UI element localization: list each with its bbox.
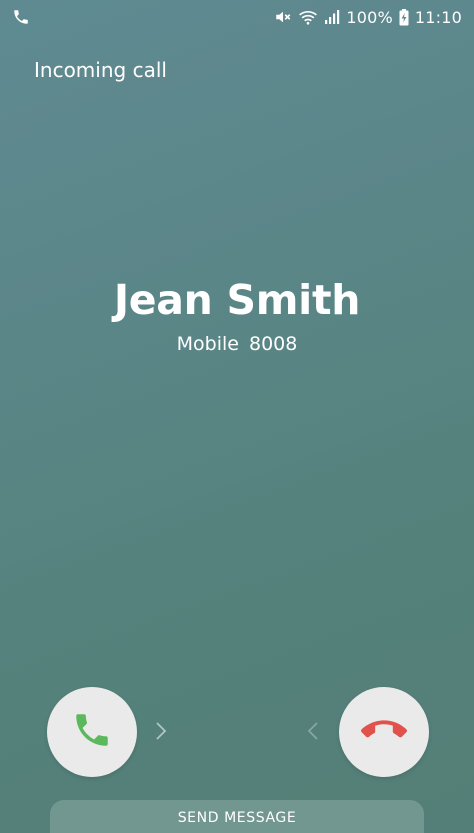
incoming-call-screen: 100% 11:10 Incoming call Jean Smith Mobi… [0, 0, 474, 833]
status-bar: 100% 11:10 [0, 0, 474, 34]
call-icon [12, 8, 30, 26]
chevron-left-icon [307, 721, 319, 741]
battery-charging-icon [399, 8, 409, 26]
answer-call-button[interactable] [47, 687, 137, 777]
battery-percent: 100% [346, 7, 393, 27]
wifi-icon [298, 8, 318, 26]
decline-call-button[interactable] [339, 687, 429, 777]
caller-number: Mobile 8008 [0, 333, 474, 355]
status-time: 11:10 [414, 7, 462, 27]
phone-number: 8008 [248, 333, 298, 355]
status-icons: 100% 11:10 [274, 7, 462, 27]
caller-name: Jean Smith [113, 276, 361, 324]
number-type: Mobile [176, 333, 239, 355]
phone-decline-icon [360, 707, 407, 757]
send-message-button[interactable]: SEND MESSAGE [50, 800, 424, 833]
signal-icon [324, 9, 340, 25]
phone-answer-icon [71, 709, 113, 755]
chevron-right-icon [155, 721, 167, 741]
mute-icon [274, 8, 292, 26]
call-status-label: Incoming call [34, 58, 167, 82]
